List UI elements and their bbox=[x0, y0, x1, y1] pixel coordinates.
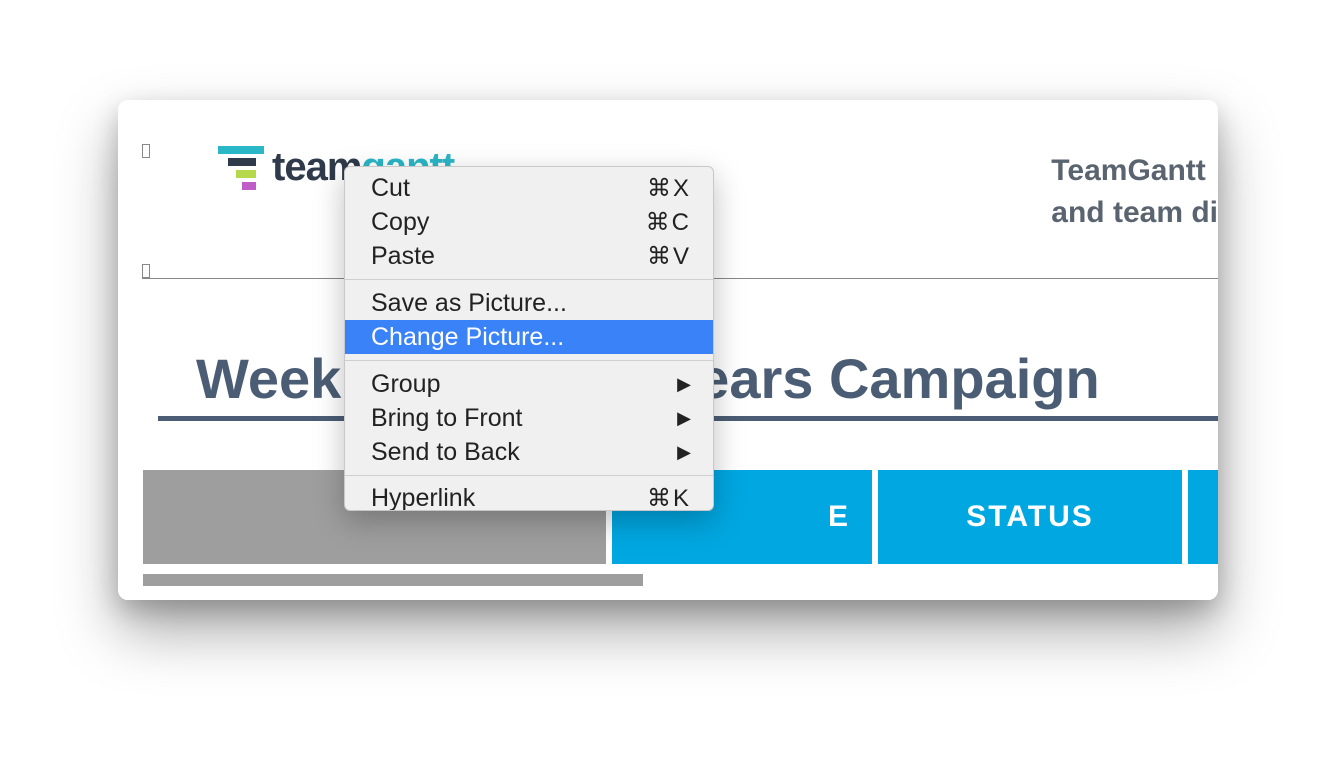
submenu-arrow-icon: ▶ bbox=[677, 408, 691, 429]
table-row bbox=[143, 574, 1218, 586]
menu-label: Group bbox=[371, 370, 440, 399]
menu-paste[interactable]: Paste ⌘V bbox=[345, 239, 713, 273]
document-canvas: teamgantt TeamGantt and team di Week ew … bbox=[118, 100, 1218, 600]
submenu-arrow-icon: ▶ bbox=[677, 442, 691, 463]
menu-label: Cut bbox=[371, 174, 410, 203]
menu-label: Copy bbox=[371, 208, 429, 237]
menu-shortcut: ⌘V bbox=[647, 242, 691, 271]
table-cell-gray bbox=[143, 574, 643, 586]
menu-group[interactable]: Group ▶ bbox=[345, 367, 713, 401]
submenu-arrow-icon: ▶ bbox=[677, 374, 691, 395]
menu-separator bbox=[345, 360, 713, 361]
menu-change-picture[interactable]: Change Picture... bbox=[345, 320, 713, 354]
menu-save-as-picture[interactable]: Save as Picture... bbox=[345, 286, 713, 320]
menu-send-to-back[interactable]: Send to Back ▶ bbox=[345, 435, 713, 469]
table-header-col-fragment-2 bbox=[1188, 470, 1218, 564]
menu-separator bbox=[345, 279, 713, 280]
menu-bring-to-front[interactable]: Bring to Front ▶ bbox=[345, 401, 713, 435]
header-description: TeamGantt and team di bbox=[1051, 150, 1218, 234]
menu-hyperlink[interactable]: Hyperlink ⌘K bbox=[345, 482, 713, 510]
menu-label: Hyperlink bbox=[371, 484, 475, 511]
header-description-line1: TeamGantt bbox=[1051, 150, 1218, 192]
logo-bars-icon bbox=[218, 146, 264, 190]
menu-separator bbox=[345, 475, 713, 476]
menu-cut[interactable]: Cut ⌘X bbox=[345, 171, 713, 205]
page-title-prefix: Week bbox=[196, 347, 341, 410]
table-header-status: STATUS bbox=[878, 470, 1182, 564]
menu-label: Save as Picture... bbox=[371, 289, 567, 318]
header-description-line2: and team di bbox=[1051, 192, 1218, 234]
menu-label: Bring to Front bbox=[371, 404, 522, 433]
menu-shortcut: ⌘K bbox=[647, 484, 691, 511]
menu-shortcut: ⌘C bbox=[646, 208, 691, 237]
context-menu: Cut ⌘X Copy ⌘C Paste ⌘V Save as Picture.… bbox=[344, 166, 714, 511]
app-window: teamgantt TeamGantt and team di Week ew … bbox=[118, 100, 1218, 600]
menu-shortcut: ⌘X bbox=[647, 174, 691, 203]
ruler-marker-icon bbox=[142, 144, 150, 158]
menu-label: Send to Back bbox=[371, 438, 520, 467]
menu-label: Paste bbox=[371, 242, 435, 271]
menu-label: Change Picture... bbox=[371, 323, 564, 352]
ruler-marker-icon bbox=[142, 264, 150, 278]
menu-copy[interactable]: Copy ⌘C bbox=[345, 205, 713, 239]
